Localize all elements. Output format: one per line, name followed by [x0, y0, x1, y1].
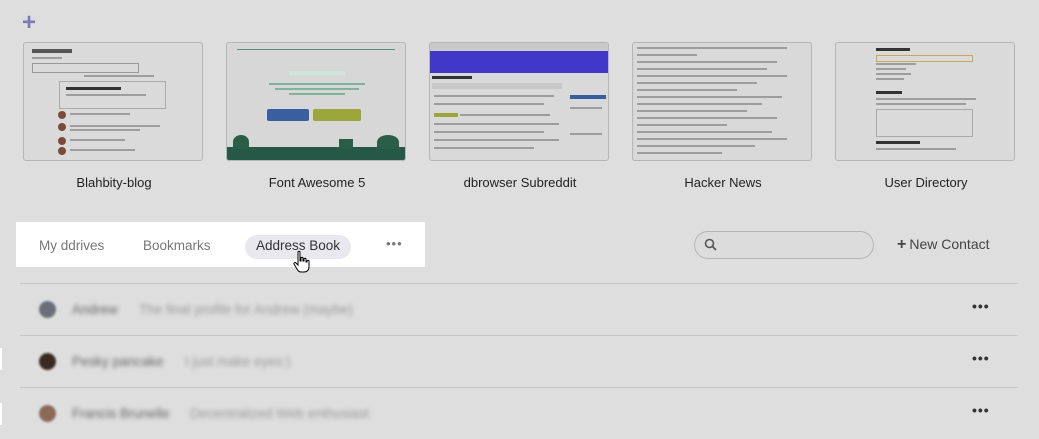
- new-contact-label: New Contact: [909, 236, 990, 252]
- contact-name: Pesky pancake: [72, 354, 164, 369]
- pin-blahbity-blog[interactable]: Blahbity-blog: [23, 42, 205, 190]
- scroll-marker: [0, 348, 2, 370]
- avatar: [39, 353, 56, 370]
- hand-cursor-icon: [293, 250, 310, 273]
- pin-thumbnail: [835, 42, 1015, 161]
- library-tabs: My ddrives Bookmarks Address Book •••: [16, 222, 425, 267]
- tab-my-ddrives[interactable]: My ddrives: [39, 235, 104, 259]
- tabs-more-button[interactable]: •••: [386, 236, 403, 251]
- contact-bio: Decentralized Web enthusiast: [190, 406, 370, 421]
- avatar: [39, 405, 56, 422]
- pin-title: Blahbity-blog: [76, 175, 152, 190]
- plus-icon: +: [897, 236, 907, 253]
- new-contact-button[interactable]: + New Contact: [897, 236, 990, 254]
- pin-thumbnail: [429, 42, 609, 161]
- pin-dbrowser-subreddit[interactable]: dbrowser Subreddit: [429, 42, 611, 190]
- pinned-sites: Blahbity-blog Font Awesome 5 dbrowser Su…: [0, 42, 1039, 192]
- pin-user-directory[interactable]: User Directory: [835, 42, 1017, 190]
- pin-thumbnail: [632, 42, 812, 161]
- pin-title: Font Awesome 5: [268, 175, 366, 190]
- pin-font-awesome[interactable]: Font Awesome 5: [226, 42, 408, 190]
- contacts-list: Andrew The final profile for Andrew (may…: [20, 283, 1018, 439]
- contact-row[interactable]: Andrew The final profile for Andrew (may…: [20, 283, 1018, 335]
- tab-bookmarks[interactable]: Bookmarks: [143, 235, 211, 259]
- pin-title: User Directory: [884, 175, 968, 190]
- pin-thumbnail: [23, 42, 203, 161]
- row-more-button[interactable]: •••: [972, 402, 990, 418]
- avatar: [39, 301, 56, 318]
- contact-row[interactable]: Francis Brunelle Decentralized Web enthu…: [20, 387, 1018, 439]
- contact-name: Andrew: [72, 302, 118, 317]
- contact-bio: The final profile for Andrew (maybe): [139, 302, 353, 317]
- contacts-search[interactable]: [694, 231, 874, 259]
- add-pin-button[interactable]: +: [22, 11, 40, 35]
- row-more-button[interactable]: •••: [972, 298, 990, 314]
- scroll-marker: [0, 403, 2, 425]
- pin-hacker-news[interactable]: Hacker News: [632, 42, 814, 190]
- contact-bio: I just make eyes:): [185, 354, 291, 369]
- search-icon: [704, 238, 717, 251]
- contact-name: Francis Brunelle: [72, 406, 170, 421]
- pin-title: Hacker News: [684, 175, 762, 190]
- search-input[interactable]: [723, 235, 867, 255]
- pin-title: dbrowser Subreddit: [463, 175, 577, 190]
- row-more-button[interactable]: •••: [972, 350, 990, 366]
- pin-thumbnail: [226, 42, 406, 161]
- contact-row[interactable]: Pesky pancake I just make eyes:) •••: [20, 335, 1018, 387]
